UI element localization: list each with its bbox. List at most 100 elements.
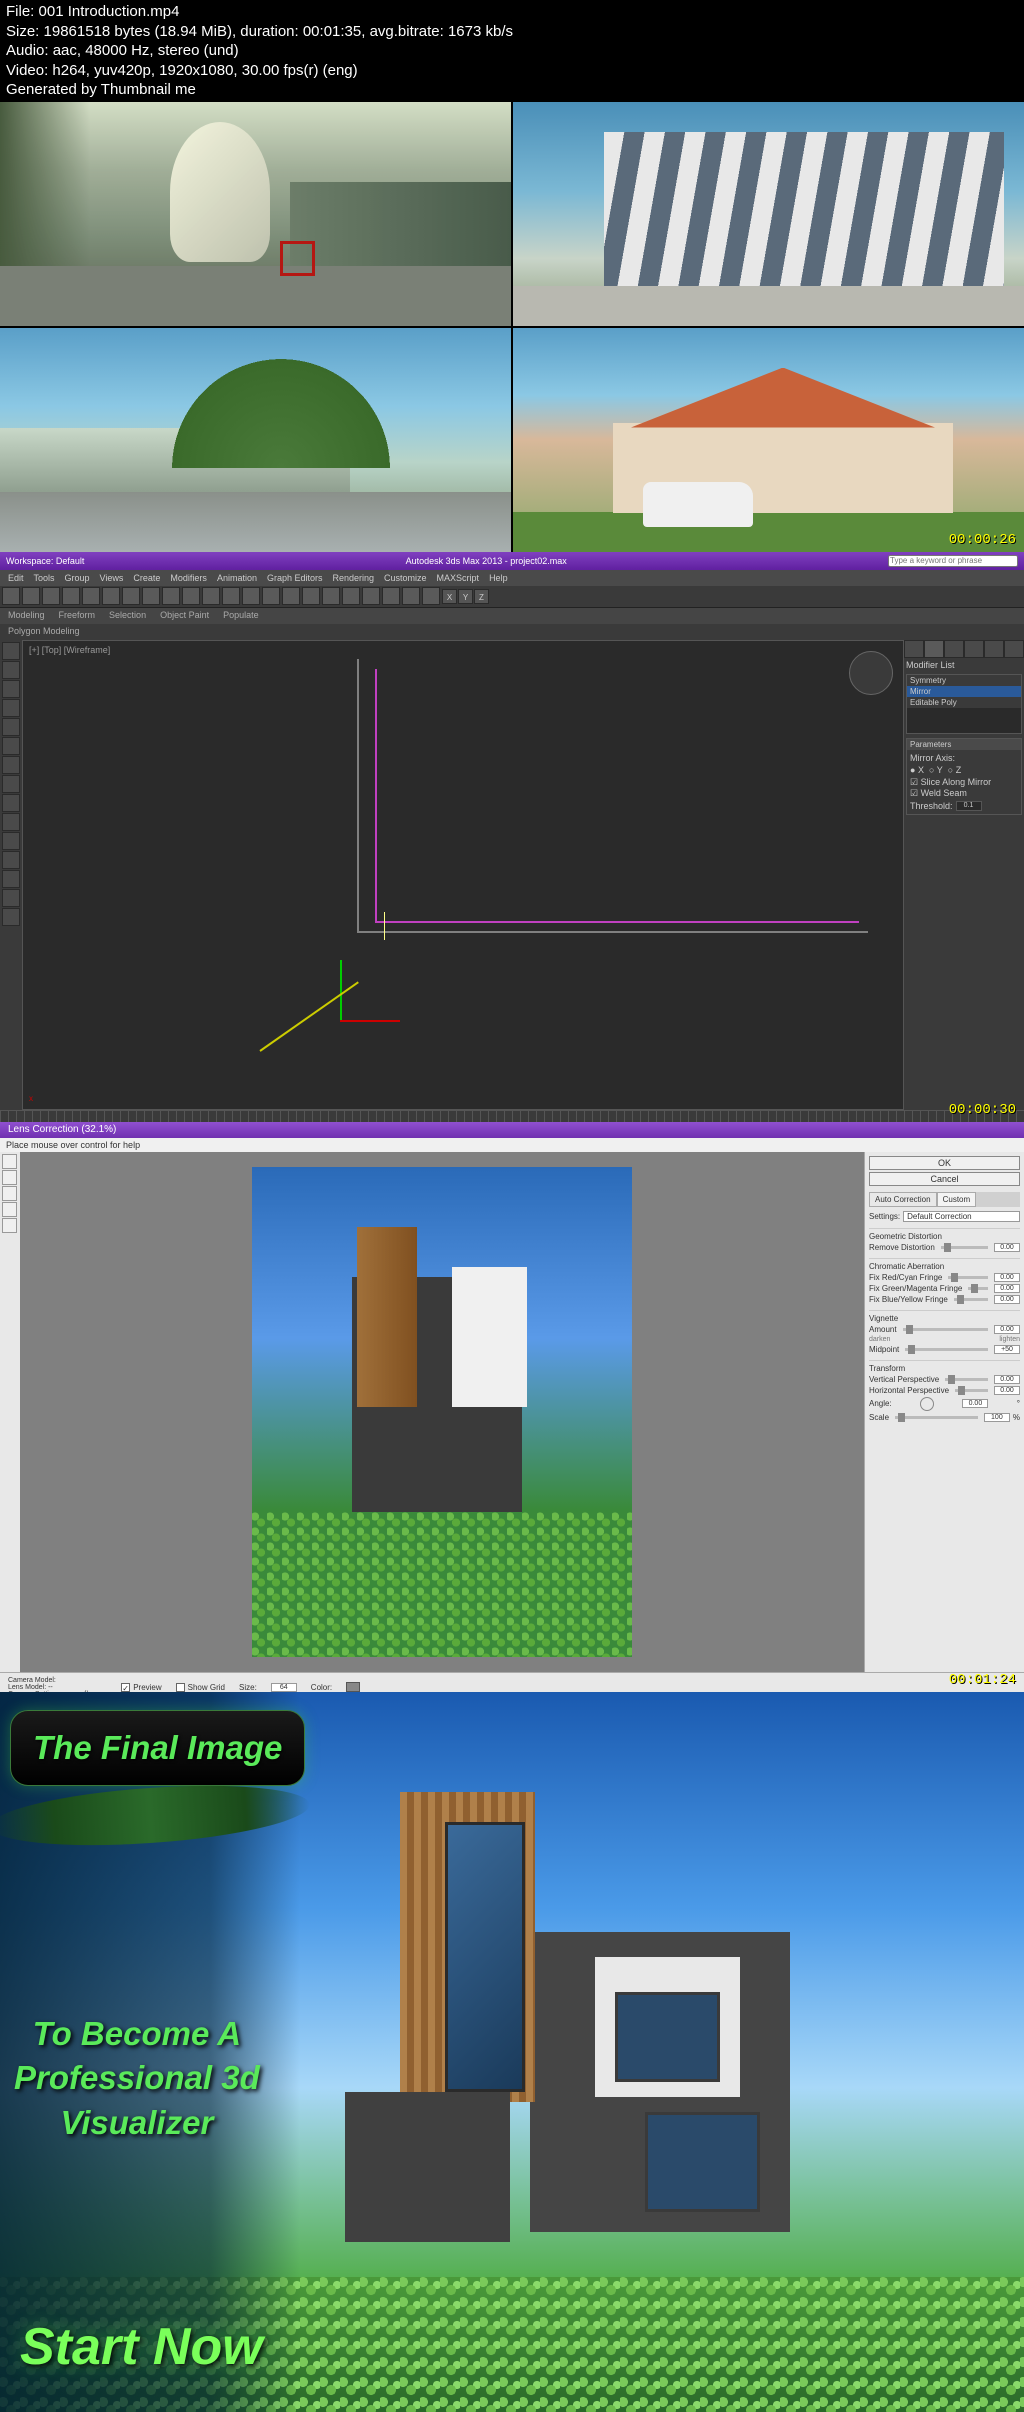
lens-canvas[interactable]	[20, 1152, 864, 1672]
lt-icon[interactable]	[2, 680, 20, 698]
stack-editpoly[interactable]: Editable Poly	[907, 697, 1021, 708]
tool-move-icon[interactable]	[162, 587, 180, 605]
tool-renderframe-icon[interactable]	[422, 587, 440, 605]
menu-tools[interactable]: Tools	[34, 573, 55, 583]
lt-icon[interactable]	[2, 661, 20, 679]
angle-dial[interactable]	[920, 1397, 934, 1411]
tool-material-icon[interactable]	[382, 587, 400, 605]
axis-z[interactable]: Z	[474, 589, 489, 604]
angle-value[interactable]: 0.00	[962, 1399, 988, 1408]
menu-rendering[interactable]: Rendering	[333, 573, 375, 583]
cancel-button[interactable]: Cancel	[869, 1172, 1020, 1186]
straighten-tool-icon[interactable]	[2, 1170, 17, 1185]
modifier-stack[interactable]: Symmetry Mirror Editable Poly	[906, 674, 1022, 734]
tab-auto[interactable]: Auto Correction	[869, 1192, 937, 1207]
menu-modifiers[interactable]: Modifiers	[170, 573, 207, 583]
hpersp-value[interactable]: 0.00	[994, 1386, 1020, 1395]
tool-refcoord-icon[interactable]	[222, 587, 240, 605]
menu-animation[interactable]: Animation	[217, 573, 257, 583]
hierarchy-tab-icon[interactable]	[944, 640, 964, 658]
menu-create[interactable]: Create	[133, 573, 160, 583]
midpoint-slider[interactable]	[905, 1348, 988, 1351]
hpersp-slider[interactable]	[955, 1389, 988, 1392]
scale-slider[interactable]	[895, 1416, 978, 1419]
tool-rotate-icon[interactable]	[182, 587, 200, 605]
tool-undo-icon[interactable]	[2, 587, 20, 605]
menu-maxscript[interactable]: MAXScript	[437, 573, 480, 583]
tab-custom[interactable]: Custom	[937, 1192, 977, 1207]
lt-icon[interactable]	[2, 794, 20, 812]
lt-icon[interactable]	[2, 851, 20, 869]
menu-help[interactable]: Help	[489, 573, 508, 583]
remove-dist-slider[interactable]	[941, 1246, 988, 1249]
ok-button[interactable]: OK	[869, 1156, 1020, 1170]
tool-window-icon[interactable]	[142, 587, 160, 605]
lt-icon[interactable]	[2, 718, 20, 736]
lt-icon[interactable]	[2, 756, 20, 774]
utilities-tab-icon[interactable]	[1004, 640, 1024, 658]
tool-scale-icon[interactable]	[202, 587, 220, 605]
lt-icon[interactable]	[2, 775, 20, 793]
tool-snap-icon[interactable]	[242, 587, 260, 605]
threshold-value[interactable]: 0.1	[956, 801, 982, 811]
menu-edit[interactable]: Edit	[8, 573, 24, 583]
axis-x-radio[interactable]: ● X	[910, 765, 924, 775]
menu-views[interactable]: Views	[100, 573, 124, 583]
tool-schematic-icon[interactable]	[362, 587, 380, 605]
amount-value[interactable]: 0.00	[994, 1325, 1020, 1334]
axis-z-radio[interactable]: ○ Z	[948, 765, 961, 775]
create-tab-icon[interactable]	[904, 640, 924, 658]
lt-icon[interactable]	[2, 870, 20, 888]
display-tab-icon[interactable]	[984, 640, 1004, 658]
stack-symmetry[interactable]: Symmetry	[907, 675, 1021, 686]
vpersp-slider[interactable]	[945, 1378, 988, 1381]
motion-tab-icon[interactable]	[964, 640, 984, 658]
lt-icon[interactable]	[2, 813, 20, 831]
ribbon-populate[interactable]: Populate	[223, 610, 259, 622]
ribbon-freeform[interactable]: Freeform	[59, 610, 96, 622]
lt-icon[interactable]	[2, 889, 20, 907]
ribbon-polymodeling[interactable]: Polygon Modeling	[8, 626, 80, 638]
move-grid-tool-icon[interactable]	[2, 1186, 17, 1201]
ribbon-objectpaint[interactable]: Object Paint	[160, 610, 209, 622]
help-search[interactable]	[888, 555, 1018, 567]
amount-slider[interactable]	[903, 1328, 988, 1331]
tool-selectname-icon[interactable]	[102, 587, 120, 605]
lt-icon[interactable]	[2, 737, 20, 755]
preview-checkbox[interactable]: ✓Preview	[121, 1683, 161, 1692]
vpersp-value[interactable]: 0.00	[994, 1375, 1020, 1384]
lt-icon[interactable]	[2, 642, 20, 660]
transform-gizmo[interactable]	[340, 1020, 344, 1024]
viewport[interactable]: [+] [Top] [Wireframe] x	[22, 640, 904, 1110]
tool-link-icon[interactable]	[42, 587, 60, 605]
modify-tab-icon[interactable]	[924, 640, 944, 658]
scale-value[interactable]: 100	[984, 1413, 1010, 1422]
tool-rectsel-icon[interactable]	[122, 587, 140, 605]
fix-by-slider[interactable]	[954, 1298, 988, 1301]
remove-dist-value[interactable]: 0.00	[994, 1243, 1020, 1252]
gridcolor-swatch[interactable]	[346, 1682, 360, 1692]
stack-mirror[interactable]: Mirror	[907, 686, 1021, 697]
settings-dropdown[interactable]: Default Correction	[903, 1211, 1020, 1222]
hand-tool-icon[interactable]	[2, 1202, 17, 1217]
tool-angsnap-icon[interactable]	[262, 587, 280, 605]
modifier-list-label[interactable]: Modifier List	[906, 660, 955, 670]
midpoint-value[interactable]: +50	[994, 1345, 1020, 1354]
params-header[interactable]: Parameters	[907, 739, 1021, 750]
gridsize-value[interactable]: 64	[271, 1683, 297, 1692]
showgrid-checkbox[interactable]: Show Grid	[176, 1683, 225, 1692]
tool-render-icon[interactable]	[402, 587, 420, 605]
tool-select-icon[interactable]	[82, 587, 100, 605]
axis-y[interactable]: Y	[458, 589, 473, 604]
weld-checkbox[interactable]: ☑ Weld Seam	[910, 788, 1018, 799]
viewport-label[interactable]: [+] [Top] [Wireframe]	[29, 645, 110, 655]
menu-grapheditors[interactable]: Graph Editors	[267, 573, 323, 583]
fix-rc-value[interactable]: 0.00	[994, 1273, 1020, 1282]
fix-by-value[interactable]: 0.00	[994, 1295, 1020, 1304]
tool-mirror-icon[interactable]	[282, 587, 300, 605]
distort-tool-icon[interactable]	[2, 1154, 17, 1169]
tool-align-icon[interactable]	[302, 587, 320, 605]
ribbon-selection[interactable]: Selection	[109, 610, 146, 622]
slice-checkbox[interactable]: ☑ Slice Along Mirror	[910, 777, 1018, 788]
menu-group[interactable]: Group	[65, 573, 90, 583]
